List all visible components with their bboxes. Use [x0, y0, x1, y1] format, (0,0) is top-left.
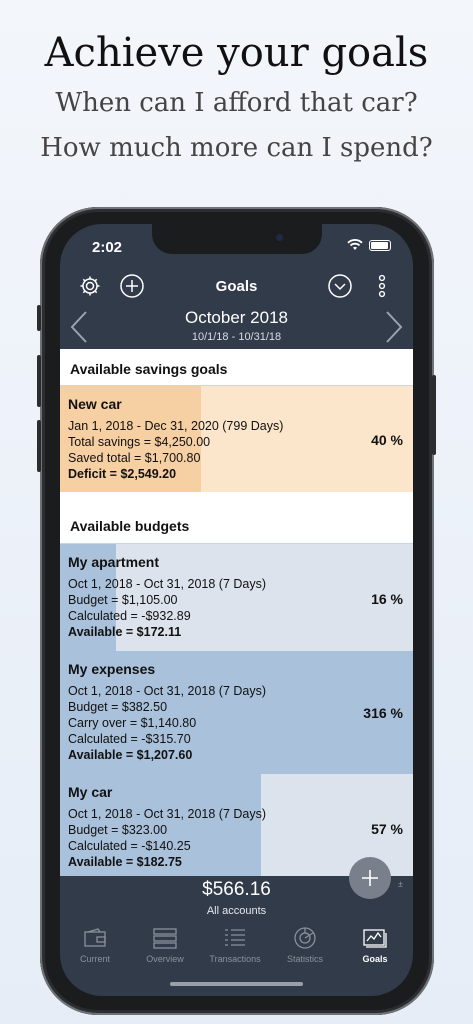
fab-hint: ±	[398, 879, 403, 889]
budget-calculated: Calculated = -$140.25	[68, 839, 191, 853]
volume-down-button	[37, 420, 41, 472]
goals-list: Available savings goals New car Jan 1, 2…	[60, 349, 413, 876]
budget-name: My expenses	[68, 661, 156, 677]
budget-amount: Budget = $382.50	[68, 700, 168, 714]
budget-name: My apartment	[68, 554, 160, 570]
wifi-icon	[347, 239, 363, 250]
power-button	[432, 375, 436, 455]
budget-available: Available = $172.11	[68, 625, 182, 639]
home-indicator	[170, 982, 303, 986]
card-text: My car Oct 1, 2018 - Oct 31, 2018 (7 Day…	[68, 784, 266, 870]
volume-up-button	[37, 355, 41, 407]
more-vertical-icon[interactable]	[368, 272, 396, 300]
hero-title: Achieve your goals	[44, 30, 429, 76]
tab-goals[interactable]: Goals	[340, 924, 410, 964]
hero-subtitle-1: When can I afford that car?	[55, 88, 418, 118]
tab-statistics[interactable]: Statistics	[270, 924, 340, 964]
tab-overview[interactable]: Overview	[130, 924, 200, 964]
savings-goal-card[interactable]: New car Jan 1, 2018 - Dec 31, 2020 (799 …	[60, 386, 413, 492]
budget-available: Available = $182.75	[68, 855, 182, 869]
budget-dates: Oct 1, 2018 - Oct 31, 2018 (7 Days)	[68, 577, 267, 591]
period-range: 10/1/18 - 10/31/18	[191, 331, 282, 343]
navigation-bar: Goals	[60, 268, 413, 304]
budget-name: My car	[68, 784, 113, 800]
chevron-left-icon[interactable]	[68, 310, 90, 344]
status-time: 2:02	[92, 239, 123, 256]
tab-bar: Current Overview Transactions Statistics…	[60, 924, 413, 974]
mute-switch	[37, 305, 41, 331]
chevron-down-circle-icon[interactable]	[326, 272, 354, 300]
tab-transactions[interactable]: Transactions	[200, 924, 270, 964]
chevron-right-icon[interactable]	[383, 310, 405, 344]
savings-section-header: Available savings goals	[60, 349, 413, 386]
battery-icon	[369, 239, 391, 251]
card-text: My expenses Oct 1, 2018 - Oct 31, 2018 (…	[68, 661, 266, 763]
budget-calculated: Calculated = -$315.70	[68, 732, 191, 746]
card-text: My apartment Oct 1, 2018 - Oct 31, 2018 …	[68, 554, 266, 640]
goal-deficit: Deficit = $2,549.20	[68, 467, 177, 481]
status-icons	[347, 239, 391, 251]
goals-chart-icon	[363, 929, 387, 948]
budget-dates: Oct 1, 2018 - Oct 31, 2018 (7 Days)	[68, 807, 267, 821]
budget-percent: 57 %	[371, 821, 403, 837]
budget-calculated: Calculated = -$932.89	[68, 609, 191, 623]
tab-current[interactable]: Current	[60, 924, 130, 964]
notch	[152, 224, 322, 254]
budget-amount: Budget = $1,105.00	[68, 593, 178, 607]
budget-card[interactable]: My expenses Oct 1, 2018 - Oct 31, 2018 (…	[60, 651, 413, 774]
budget-card[interactable]: My apartment Oct 1, 2018 - Oct 31, 2018 …	[60, 544, 413, 651]
period-month: October 2018	[184, 308, 288, 327]
goal-total-savings: Total savings = $4,250.00	[68, 435, 211, 449]
nav-title: Goals	[215, 278, 258, 295]
total-accounts-label: All accounts	[206, 905, 267, 917]
plus-icon	[362, 870, 378, 886]
budget-dates: Oct 1, 2018 - Oct 31, 2018 (7 Days)	[68, 684, 267, 698]
budget-available: Available = $1,207.60	[68, 748, 193, 762]
budget-amount: Budget = $323.00	[68, 823, 168, 837]
hero-subtitle-2: How much more can I spend?	[40, 133, 433, 163]
card-text: New car Jan 1, 2018 - Dec 31, 2020 (799 …	[68, 396, 283, 482]
goal-dates: Jan 1, 2018 - Dec 31, 2020 (799 Days)	[68, 419, 284, 433]
list-overview-icon	[153, 928, 177, 949]
budget-percent: 16 %	[371, 591, 403, 607]
goal-name: New car	[68, 396, 122, 412]
wallet-icon	[84, 928, 106, 947]
budget-carry-over: Carry over = $1,140.80	[68, 716, 197, 730]
add-goal-button[interactable]	[349, 857, 391, 899]
budget-percent: 316 %	[363, 705, 403, 721]
transactions-icon	[225, 929, 245, 946]
camera	[276, 234, 283, 241]
goal-saved-total: Saved total = $1,700.80	[68, 451, 201, 465]
pie-chart-icon	[294, 927, 316, 949]
phone-screen: 2:02 Goals October 2018 10/1/18 - 10/31/…	[60, 224, 413, 996]
goal-percent: 40 %	[371, 432, 403, 448]
budgets-section-header: Available budgets	[60, 492, 413, 544]
